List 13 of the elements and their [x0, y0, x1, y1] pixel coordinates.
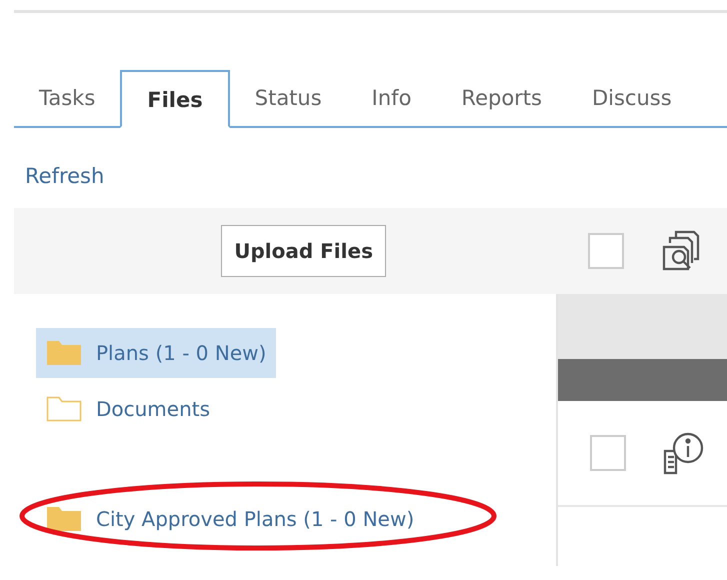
- tab[interactable]: Files: [120, 70, 230, 128]
- tab[interactable]: Reports: [436, 72, 567, 128]
- tab[interactable]: Status: [230, 72, 347, 128]
- document-info-icon[interactable]: [662, 431, 706, 475]
- upload-files-button[interactable]: Upload Files: [221, 225, 386, 277]
- tab[interactable]: Discuss: [566, 72, 697, 128]
- row-checkbox[interactable]: [590, 435, 626, 471]
- folder-item[interactable]: Documents: [36, 384, 220, 434]
- folder-item[interactable]: Plans (1 - 0 New): [36, 328, 276, 378]
- tab[interactable]: Info: [346, 72, 436, 128]
- refresh-link[interactable]: Refresh: [25, 164, 104, 188]
- select-all-checkbox[interactable]: [588, 233, 624, 269]
- tab[interactable]: Tasks: [14, 72, 120, 128]
